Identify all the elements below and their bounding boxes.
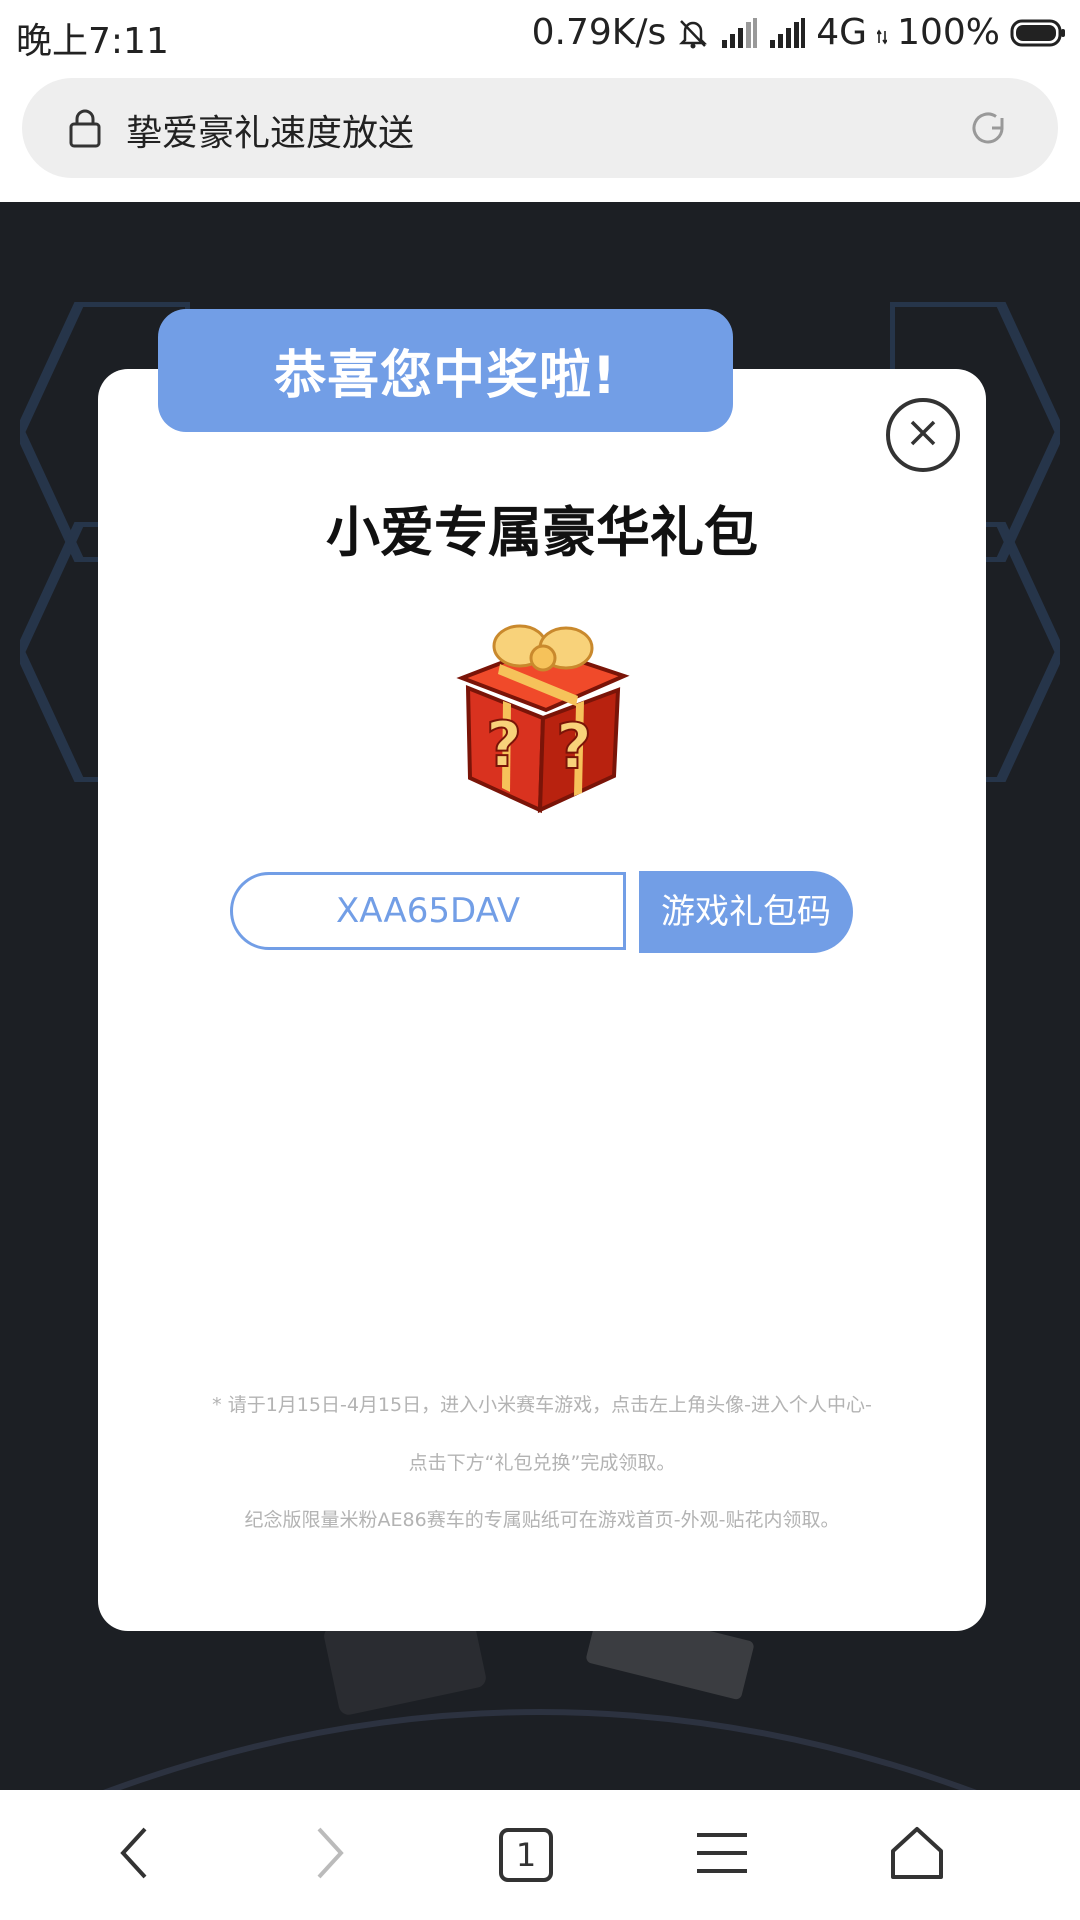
instruction-line-2: 点击下方“礼包兑换”完成领取。	[408, 1452, 676, 1474]
status-indicators: 0.79K/s 4G 100%	[532, 12, 1066, 53]
page-title: 挚爱豪礼速度放送	[126, 113, 415, 154]
back-button[interactable]	[100, 1820, 170, 1890]
gift-code-field[interactable]: XAA65DAV	[230, 872, 626, 950]
background-arc	[103, 1709, 977, 1790]
signal-1-icon	[720, 17, 758, 48]
data-arrows-icon	[877, 21, 888, 45]
mute-bell-icon	[676, 16, 710, 50]
address-bar[interactable]: 挚爱豪礼速度放送	[22, 78, 1058, 178]
gift-pack-title: 小爱专属豪华礼包	[326, 501, 758, 564]
forward-button[interactable]	[294, 1820, 364, 1890]
instruction-line-3: 纪念版限量米粉AE86赛车的专属贴纸可在游戏首页-外观-贴花内领取。	[244, 1509, 840, 1531]
network-type: 4G	[816, 12, 868, 53]
status-bar: 晚上7:11 0.79K/s 4G 100%	[0, 0, 1080, 70]
menu-button[interactable]	[687, 1820, 757, 1890]
menu-icon	[695, 1829, 749, 1881]
signal-2-icon	[768, 17, 806, 48]
gift-icon: ? ?	[448, 618, 633, 822]
tab-count: 1	[515, 1836, 537, 1874]
net-speed: 0.79K/s	[531, 12, 667, 53]
instruction-line-1: * 请于1月15日-4月15日，进入小米赛车游戏，点击左上角头像-进入个人中心-	[212, 1394, 872, 1416]
browser-toolbar: 挚爱豪礼速度放送	[0, 70, 1080, 202]
close-icon	[907, 417, 939, 453]
status-time: 晚上7:11	[16, 21, 169, 62]
svg-text:?: ?	[556, 710, 592, 783]
congrats-ribbon: 恭喜您中奖啦!	[158, 309, 733, 432]
tabs-button[interactable]: 1	[491, 1820, 561, 1890]
home-icon	[889, 1825, 945, 1885]
browser-bottom-nav: 1	[0, 1790, 1080, 1920]
gift-code-button[interactable]: 游戏礼包码	[639, 871, 853, 953]
home-button[interactable]	[882, 1820, 952, 1890]
battery-percent: 100%	[897, 12, 1000, 53]
close-button[interactable]	[886, 398, 960, 472]
lock-icon	[68, 108, 102, 152]
svg-text:?: ?	[486, 708, 522, 781]
reload-icon[interactable]	[968, 108, 1008, 152]
battery-icon	[1010, 18, 1066, 48]
forward-icon	[309, 1825, 349, 1885]
back-icon	[115, 1825, 155, 1885]
